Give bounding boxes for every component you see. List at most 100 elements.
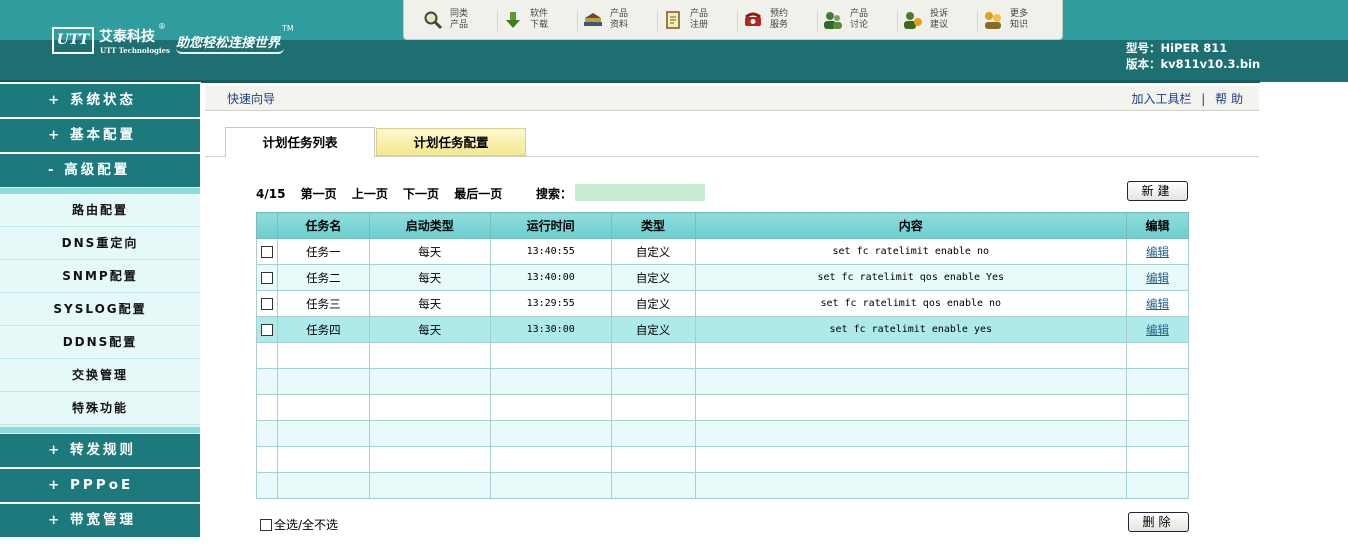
device-version: 版本：kv811v10.3.bin — [1126, 57, 1261, 71]
nav-label: 讨论 — [850, 19, 869, 30]
brand-name-cn: 艾泰科技 — [99, 29, 155, 45]
table-row-empty — [256, 342, 1189, 369]
select-all-label: 全选/全不选 — [274, 518, 339, 532]
sidebar-item-switch[interactable]: 交换管理 — [0, 359, 200, 392]
download-icon — [502, 9, 524, 31]
cell-type: 自定义 — [610, 238, 696, 265]
utt-logo: UTT — [52, 27, 94, 54]
quick-wizard-link[interactable]: 快速向导 — [227, 90, 275, 107]
cell-start-type: 每天 — [368, 238, 491, 265]
row-checkbox[interactable] — [260, 246, 273, 258]
table-row-empty — [256, 472, 1189, 499]
feedback-icon — [902, 9, 924, 31]
sidebar-section-bandwidth[interactable]: + 带宽管理 — [0, 504, 200, 537]
knowledge-icon — [982, 9, 1004, 31]
sidebar-item-ddns[interactable]: DDNS配置 — [0, 326, 200, 359]
table-row-empty — [256, 420, 1189, 447]
sidebar-section-basic-config[interactable]: + 基本配置 — [0, 119, 200, 152]
sidebar-item-routing[interactable]: 路由配置 — [0, 194, 200, 227]
header-select — [256, 212, 278, 239]
nav-label: 预约 — [770, 8, 789, 19]
cell-task-name: 任务二 — [276, 264, 370, 291]
select-all-checkbox[interactable] — [260, 519, 272, 531]
row-checkbox[interactable] — [260, 298, 273, 310]
cell-content: set fc ratelimit qos enable no — [694, 290, 1128, 317]
nav-label: 产品 — [610, 8, 629, 19]
sidebar-item-snmp[interactable]: SNMP配置 — [0, 260, 200, 293]
page-info: 4/15 — [256, 187, 286, 201]
crumb-bar: 快速向导 加入工具栏 | 帮 助 — [205, 86, 1259, 111]
cell-run-time: 13:40:55 — [489, 238, 612, 265]
table-row-empty — [256, 446, 1189, 473]
add-toolbar-link[interactable]: 加入工具栏 — [1131, 92, 1191, 106]
nav-label: 产品 — [850, 8, 869, 19]
nav-service-booking[interactable]: 预约 服务 — [742, 5, 822, 35]
sidebar-section-system-status[interactable]: + 系统状态 — [0, 84, 200, 117]
table-row[interactable]: 任务一 每天 13:40:55 自定义 set fc ratelimit ena… — [256, 238, 1189, 265]
select-all-toggle[interactable]: 全选/全不选 — [260, 516, 338, 533]
table-row-empty — [256, 394, 1189, 421]
table-row-empty — [256, 368, 1189, 395]
next-page-link[interactable]: 下一页 — [403, 187, 439, 201]
cell-task-name: 任务一 — [276, 238, 370, 265]
row-checkbox[interactable] — [260, 272, 273, 284]
header-type: 类型 — [610, 212, 696, 239]
cell-task-name: 任务四 — [276, 316, 370, 343]
row-checkbox[interactable] — [260, 324, 273, 336]
nav-label: 同类 — [450, 8, 469, 19]
sidebar-item-syslog[interactable]: SYSLOG配置 — [0, 293, 200, 326]
edit-link[interactable]: 编辑 — [1146, 271, 1169, 285]
nav-more-knowledge[interactable]: 更多 知识 — [982, 5, 1062, 35]
nav-product-docs[interactable]: 产品 资料 — [582, 5, 662, 35]
nav-product-discussion[interactable]: 产品 讨论 — [822, 5, 902, 35]
tab-task-list[interactable]: 计划任务列表 — [225, 127, 375, 158]
prev-page-link[interactable]: 上一页 — [352, 187, 388, 201]
tab-bar: 计划任务列表 计划任务配置 — [205, 127, 1259, 158]
edit-link[interactable]: 编辑 — [1146, 245, 1169, 259]
nav-similar-products[interactable]: 同类 产品 — [422, 5, 502, 35]
new-button[interactable]: 新建 — [1127, 181, 1188, 201]
sidebar-item-dns-redirect[interactable]: DNS重定向 — [0, 227, 200, 260]
cell-start-type: 每天 — [368, 264, 491, 291]
cell-run-time: 13:29:55 — [489, 290, 612, 317]
table-row[interactable]: 任务四 每天 13:30:00 自定义 set fc ratelimit ena… — [256, 316, 1189, 343]
device-model: 型号：HiPER 811 — [1126, 41, 1228, 55]
nav-product-register[interactable]: 产品 注册 — [662, 5, 742, 35]
search-icon — [422, 9, 444, 31]
nav-label: 知识 — [1010, 19, 1029, 30]
cell-type: 自定义 — [610, 290, 696, 317]
nav-software-download[interactable]: 软件 下载 — [502, 5, 582, 35]
sidebar-item-special[interactable]: 特殊功能 — [0, 392, 200, 425]
sidebar-section-advanced-config[interactable]: - 高级配置 — [0, 154, 200, 187]
cell-run-time: 13:30:00 — [489, 316, 612, 343]
search-input[interactable] — [575, 184, 705, 201]
table-row[interactable]: 任务二 每天 13:40:00 自定义 set fc ratelimit qos… — [256, 264, 1189, 291]
header-start-type: 启动类型 — [368, 212, 491, 239]
cell-type: 自定义 — [610, 264, 696, 291]
nav-label: 软件 — [530, 8, 549, 19]
tab-task-config[interactable]: 计划任务配置 — [376, 128, 526, 156]
sidebar-section-forwarding[interactable]: + 转发规则 — [0, 434, 200, 467]
nav-label: 产品 — [690, 8, 709, 19]
cell-task-name: 任务三 — [276, 290, 370, 317]
books-icon — [582, 9, 604, 31]
sidebar-section-pppoe[interactable]: + PPPoE — [0, 469, 200, 502]
nav-label: 服务 — [770, 19, 789, 30]
first-page-link[interactable]: 第一页 — [301, 187, 337, 201]
last-page-link[interactable]: 最后一页 — [454, 187, 502, 201]
nav-feedback[interactable]: 投诉 建议 — [902, 5, 982, 35]
nav-label: 产品 — [450, 19, 469, 30]
edit-link[interactable]: 编辑 — [1146, 323, 1169, 337]
nav-label: 注册 — [690, 19, 709, 30]
header-task-name: 任务名 — [276, 212, 370, 239]
edit-link[interactable]: 编辑 — [1146, 297, 1169, 311]
register-icon — [662, 9, 684, 31]
table-row[interactable]: 任务三 每天 13:29:55 自定义 set fc ratelimit qos… — [256, 290, 1189, 317]
registered-mark: ® — [158, 22, 166, 31]
pager: 4/15 第一页 上一页 下一页 最后一页 — [256, 185, 513, 202]
nav-label: 资料 — [610, 19, 629, 30]
help-link[interactable]: 帮 助 — [1215, 92, 1243, 106]
delete-button[interactable]: 删除 — [1128, 512, 1189, 532]
brand-name-en: UTT Technologies — [100, 46, 170, 55]
nav-label: 投诉 — [930, 8, 949, 19]
